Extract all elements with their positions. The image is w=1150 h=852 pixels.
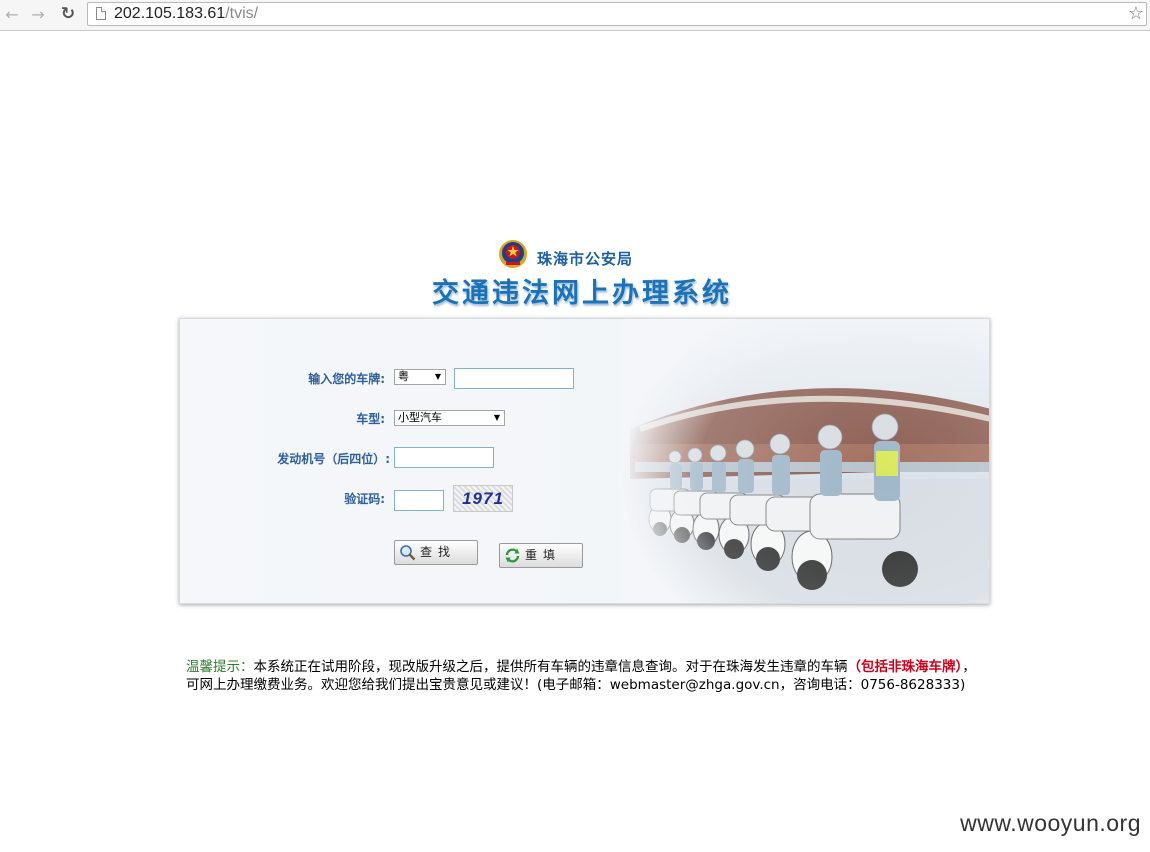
url-text: 202.105.183.61/tvis/ [114, 5, 258, 23]
search-button-label: 查找 [420, 545, 457, 559]
police-emblem-icon [499, 240, 527, 268]
notice-text: 温馨提示：本系统正在试用阶段，现改版升级之后，提供所有车辆的违章信息查询。对于在… [186, 658, 976, 694]
vehicle-type-select-value: 小型汽车 [398, 411, 442, 424]
magnifier-icon [400, 545, 416, 561]
plate-number-input[interactable] [454, 368, 574, 389]
url-path: /tvis/ [225, 5, 259, 22]
dropdown-arrow-icon: ▼ [493, 413, 500, 422]
reset-button-label: 重填 [525, 548, 562, 562]
refresh-icon [505, 548, 520, 563]
notice-text-part-1: 本系统正在试用阶段，现改版升级之后，提供所有车辆的违章信息查询。对于在珠海发生违… [253, 659, 848, 675]
reload-icon[interactable]: ↻ [58, 4, 78, 24]
vehicle-type-select[interactable]: 小型汽车 ▼ [394, 410, 505, 426]
engine-number-label: 发动机号（后四位）: [277, 452, 390, 466]
bureau-name: 珠海市公安局 [537, 250, 634, 268]
page-icon [96, 7, 106, 20]
notice-emphasis: （包括非珠海车牌） [847, 659, 963, 675]
captcha-input[interactable] [394, 490, 444, 511]
url-host: 202.105.183.61 [114, 5, 226, 22]
captcha-label: 验证码: [344, 492, 385, 506]
forward-arrow-icon[interactable]: → [28, 4, 48, 24]
police-motorcycle-photo [620, 319, 989, 603]
notice-tip-label: 温馨提示： [186, 659, 254, 675]
dropdown-arrow-icon: ▼ [434, 372, 441, 381]
province-select[interactable]: 粤 ▼ [394, 369, 446, 385]
address-bar[interactable]: 202.105.183.61/tvis/ ☆ [87, 2, 1147, 26]
system-title: 交通违法网上办理系统 [432, 278, 732, 309]
query-panel: 输入您的车牌: 粤 ▼ 车型: 小型汽车 ▼ 发动机号（后四位）: 验证码: 1… [179, 318, 990, 604]
search-button[interactable]: 查找 [394, 540, 478, 565]
plate-label: 输入您的车牌: [308, 372, 385, 386]
engine-number-input[interactable] [394, 447, 494, 468]
captcha-image[interactable]: 1971 [453, 485, 513, 512]
watermark: www.wooyun.org [960, 810, 1141, 836]
star-icon[interactable]: ☆ [1128, 4, 1144, 24]
browser-toolbar: ← → ↻ 202.105.183.61/tvis/ ☆ [0, 0, 1150, 31]
province-select-value: 粤 [398, 370, 409, 383]
back-arrow-icon[interactable]: ← [2, 4, 22, 24]
vehicle-type-label: 车型: [356, 412, 385, 426]
reset-button[interactable]: 重填 [499, 543, 583, 568]
